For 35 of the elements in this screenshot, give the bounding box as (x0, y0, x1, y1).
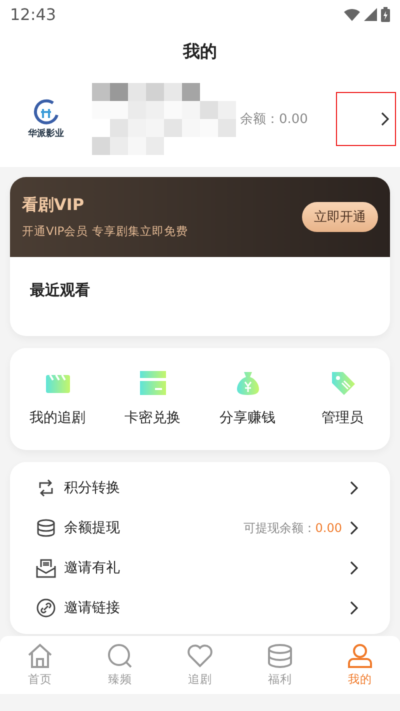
chevron-right-icon (350, 521, 358, 535)
coin-stack-icon (267, 643, 293, 669)
section-title: 最近观看 (29, 280, 91, 301)
menu-item[interactable]: 邀请有礼 (10, 548, 390, 588)
status-time: 12:43 (10, 4, 56, 24)
balance-text: 余额：0.00 (240, 111, 308, 128)
vip-title: 看剧VIP (22, 195, 86, 216)
link-icon (36, 598, 56, 618)
menu-item[interactable]: 余额提现 可提现余额：0.00 (10, 508, 390, 548)
envelope-icon (36, 558, 56, 578)
menu-item[interactable]: 邀请链接 (10, 588, 390, 628)
chevron-right-icon (350, 481, 358, 495)
search-icon (107, 643, 133, 669)
shortcut-item[interactable]: 管理员 (295, 368, 390, 428)
profile-arrow-button[interactable] (336, 92, 396, 146)
shortcut-item[interactable]: 分享赚钱 (200, 368, 295, 428)
battery-icon (381, 6, 390, 22)
chevron-right-icon (350, 561, 358, 575)
shortcut-item[interactable]: 我的追剧 (10, 368, 105, 428)
user-icon (347, 643, 373, 669)
signal-icon (364, 8, 377, 20)
shortcut-item[interactable]: 卡密兑换 (105, 368, 200, 428)
coin-stack-icon (36, 518, 56, 538)
heart-icon (187, 643, 213, 669)
company-logo: 华派影业 (22, 98, 70, 140)
chevron-right-icon (381, 112, 389, 126)
home-icon (27, 643, 53, 669)
menu-item[interactable]: 积分转换 (10, 468, 390, 508)
chevron-right-icon (350, 601, 358, 615)
card-icon (138, 369, 166, 397)
activate-button[interactable]: 立即开通 (302, 202, 378, 232)
vip-subtitle: 开通VIP会员 专享剧集立即免费 (22, 224, 188, 239)
withdrawable-balance: 可提现余额：0.00 (243, 520, 342, 536)
wifi-icon (344, 8, 360, 20)
page-title: 我的 (182, 41, 218, 63)
